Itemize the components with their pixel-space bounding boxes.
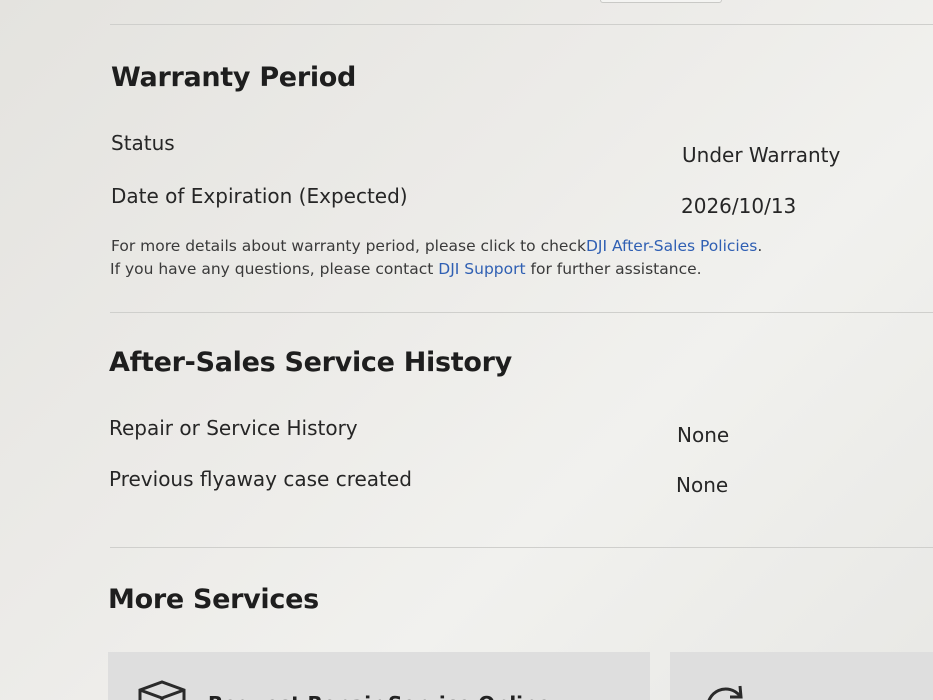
flyaway-value: None [676, 473, 729, 497]
status-value: Under Warranty [682, 143, 841, 167]
divider-top [110, 24, 933, 25]
warranty-title: Warranty Period [111, 62, 357, 93]
after-sales-policies-link[interactable]: DJI After-Sales Policies [586, 237, 757, 255]
warranty-page: Warranty Period Status Under Warranty Da… [0, 0, 933, 700]
repair-history-value: None [677, 423, 730, 447]
repair-history-label: Repair or Service History [109, 416, 358, 440]
more-services-title: More Services [108, 584, 319, 615]
expiration-value: 2026/10/13 [681, 194, 797, 218]
package-icon [138, 680, 186, 700]
note-line2-prefix: If you have any questions, please contac… [110, 260, 439, 278]
warranty-note-line1: For more details about warranty period, … [111, 237, 762, 255]
note-line1-prefix: For more details about warranty period, … [111, 237, 586, 255]
note-line1-suffix: . [757, 237, 763, 255]
second-service-card[interactable] [670, 652, 933, 700]
flyaway-label: Previous flyaway case created [109, 467, 412, 491]
status-label: Status [111, 131, 175, 155]
divider-warranty [110, 312, 933, 313]
divider-history [110, 547, 933, 548]
refresh-icon [707, 685, 743, 700]
repair-service-card[interactable]: Request Repair Service Online [108, 652, 650, 700]
repair-service-card-label: Request Repair Service Online [208, 692, 551, 700]
expiration-label: Date of Expiration (Expected) [111, 184, 408, 208]
top-control-stub[interactable] [600, 0, 722, 3]
dji-support-link[interactable]: DJI Support [438, 260, 525, 278]
warranty-note-line2: If you have any questions, please contac… [110, 260, 702, 278]
note-line2-suffix: for further assistance. [525, 260, 702, 278]
history-title: After-Sales Service History [109, 347, 512, 378]
